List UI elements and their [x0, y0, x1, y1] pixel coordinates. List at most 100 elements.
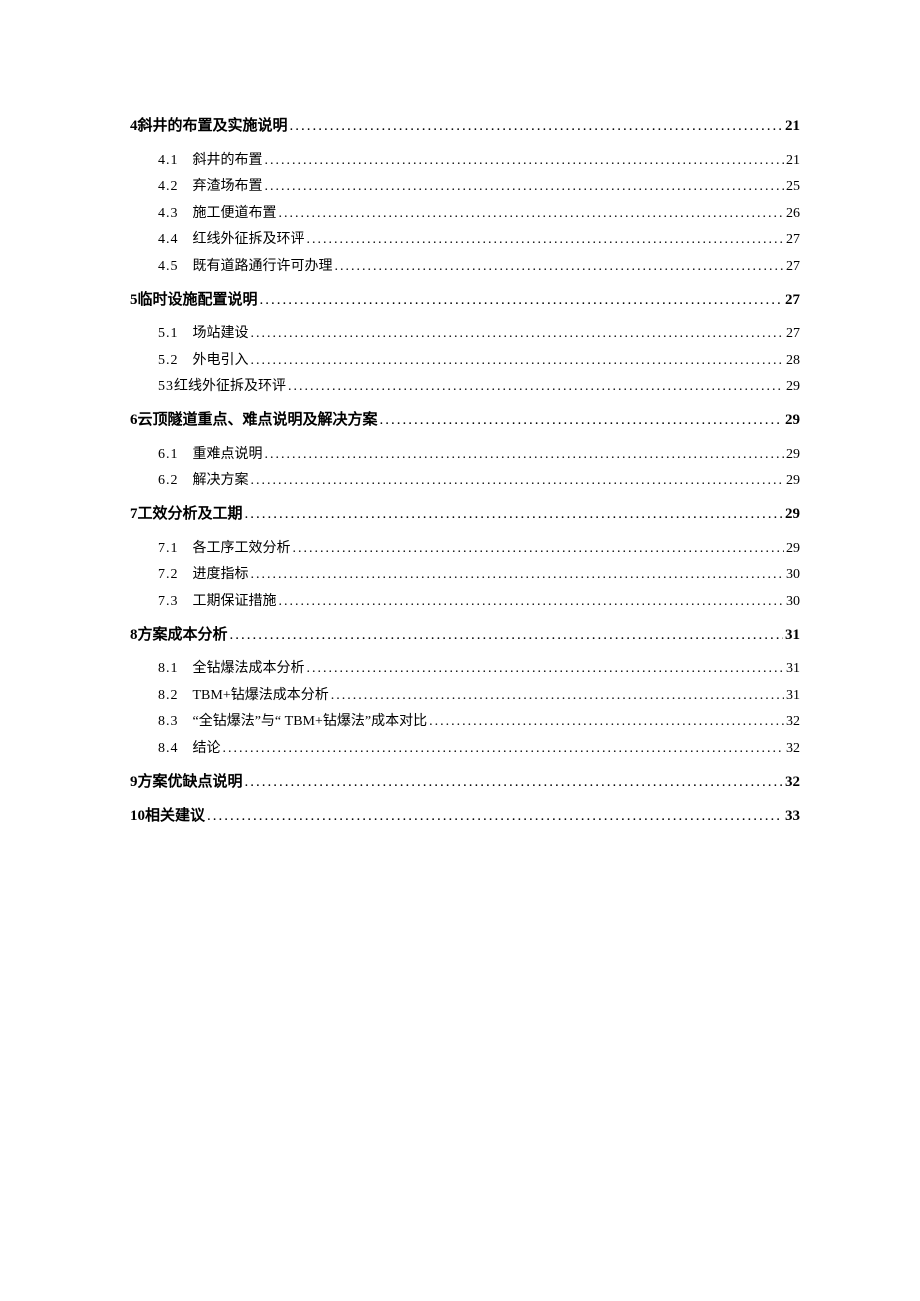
toc-page-number: 32 [785, 771, 800, 794]
toc-title: 斜井的布置及实施说明 [138, 115, 288, 138]
toc-page-number: 26 [786, 203, 800, 224]
toc-page-number: 27 [786, 256, 800, 277]
toc-leader-dots [429, 711, 784, 732]
toc-heading[interactable]: 8方案成本分析 31 [130, 624, 800, 647]
toc-page-number: 29 [786, 376, 800, 397]
toc-page-number: 25 [786, 176, 800, 197]
toc-subitem[interactable]: 8.2TBM+钻爆法成本分析31 [130, 685, 800, 706]
toc-number: 8.1 [158, 658, 179, 679]
toc-number: 8 [130, 624, 138, 647]
toc-title: 进度指标 [193, 564, 249, 585]
toc-title: “全钻爆法”与“ TBM+钻爆法”成本对比 [193, 711, 428, 732]
toc-title: 方案优缺点说明 [138, 771, 243, 794]
toc-leader-dots [251, 564, 785, 585]
toc-title: TBM+钻爆法成本分析 [193, 685, 329, 706]
toc-page-number: 29 [786, 538, 800, 559]
toc-page-number: 30 [786, 564, 800, 585]
toc-title: 红线外征拆及环评 [193, 229, 305, 250]
toc-subitem[interactable]: 4.5 既有道路通行许可办理 27 [130, 256, 800, 277]
toc-page-number: 27 [786, 323, 800, 344]
toc-heading[interactable]: 5临时设施配置说明 27 [130, 289, 800, 312]
toc-number: 7 [130, 503, 138, 526]
toc-title: 结论 [193, 738, 221, 759]
toc-title: 解决方案 [193, 470, 249, 491]
toc-title: 方案成本分析 [138, 624, 228, 647]
toc-subitem[interactable]: 6.1 重难点说明 29 [130, 444, 800, 465]
toc-heading[interactable]: 6云顶隧道重点、难点说明及解决方案 29 [130, 409, 800, 432]
toc-page-number: 29 [786, 444, 800, 465]
toc-subitem[interactable]: 4.4 红线外征拆及环评 27 [130, 229, 800, 250]
toc-title: 斜井的布置 [193, 150, 263, 171]
toc-number: 5 [130, 289, 138, 312]
table-of-contents: 4斜井的布置及实施说明214.1斜井的布置214.2弃渣场布置254.3施工便道… [130, 115, 800, 828]
toc-page-number: 32 [786, 711, 800, 732]
toc-heading[interactable]: 9方案优缺点说明32 [130, 771, 800, 794]
toc-title: 场站建设 [193, 323, 249, 344]
toc-page-number: 31 [785, 624, 800, 647]
toc-heading[interactable]: 7工效分析及工期 29 [130, 503, 800, 526]
toc-title: 云顶隧道重点、难点说明及解决方案 [138, 409, 378, 432]
toc-page-number: 27 [785, 289, 800, 312]
toc-title: 全钻爆法成本分析 [193, 658, 305, 679]
toc-title: 工效分析及工期 [138, 503, 243, 526]
toc-subitem[interactable]: 4.2 弃渣场布置 25 [130, 176, 800, 197]
toc-subitem[interactable]: 53红线外征拆及环评29 [130, 376, 800, 397]
toc-leader-dots [307, 658, 785, 679]
toc-page-number: 33 [785, 805, 800, 828]
toc-title: 相关建议 [145, 805, 205, 828]
toc-number: 6.1 [158, 444, 179, 465]
toc-number: 10 [130, 805, 145, 828]
toc-leader-dots [265, 176, 785, 197]
toc-leader-dots [293, 538, 785, 559]
toc-page-number: 29 [785, 503, 800, 526]
toc-subitem[interactable]: 5.1 场站建设 27 [130, 323, 800, 344]
toc-leader-dots [251, 470, 785, 491]
toc-leader-dots [288, 376, 784, 397]
toc-leader-dots [245, 503, 783, 526]
toc-page-number: 21 [785, 115, 800, 138]
toc-number: 7.3 [158, 591, 179, 612]
toc-leader-dots [251, 323, 785, 344]
toc-subitem[interactable]: 8.1 全钻爆法成本分析 31 [130, 658, 800, 679]
toc-leader-dots [260, 289, 783, 312]
toc-page-number: 21 [786, 150, 800, 171]
toc-leader-dots [245, 771, 783, 794]
toc-leader-dots [207, 805, 783, 828]
toc-page-number: 32 [786, 738, 800, 759]
toc-title: 临时设施配置说明 [138, 289, 258, 312]
toc-title: 既有道路通行许可办理 [193, 256, 333, 277]
toc-subitem[interactable]: 4.1斜井的布置21 [130, 150, 800, 171]
toc-page-number: 29 [785, 409, 800, 432]
toc-number: 6 [130, 409, 138, 432]
toc-title: 重难点说明 [193, 444, 263, 465]
toc-page-number: 31 [786, 658, 800, 679]
toc-heading[interactable]: 10相关建议 33 [130, 805, 800, 828]
toc-subitem[interactable]: 4.3施工便道布置26 [130, 203, 800, 224]
toc-number: 4.2 [158, 176, 179, 197]
toc-subitem[interactable]: 7.1各工序工效分析29 [130, 538, 800, 559]
toc-title: 施工便道布置 [193, 203, 277, 224]
toc-number: 4 [130, 115, 138, 138]
toc-title: 各工序工效分析 [193, 538, 291, 559]
toc-number: 7.2 [158, 564, 179, 585]
toc-heading[interactable]: 4斜井的布置及实施说明 21 [130, 115, 800, 138]
toc-subitem[interactable]: 8.4结论32 [130, 738, 800, 759]
toc-leader-dots [265, 150, 785, 171]
toc-subitem[interactable]: 6.2解决方案29 [130, 470, 800, 491]
toc-page-number: 27 [786, 229, 800, 250]
toc-title: 外电引入 [193, 350, 249, 371]
toc-number: 4.5 [158, 256, 179, 277]
toc-subitem[interactable]: 7.3工期保证措施30 [130, 591, 800, 612]
toc-subitem[interactable]: 7.2 进度指标 30 [130, 564, 800, 585]
toc-number: 4.4 [158, 229, 179, 250]
toc-number: 53 [158, 376, 174, 397]
toc-number: 5.1 [158, 323, 179, 344]
toc-leader-dots [230, 624, 783, 647]
toc-subitem[interactable]: 5.2外电引入28 [130, 350, 800, 371]
toc-subitem[interactable]: 8.3“全钻爆法”与“ TBM+钻爆法”成本对比32 [130, 711, 800, 732]
toc-page-number: 31 [786, 685, 800, 706]
toc-number: 5.2 [158, 350, 179, 371]
toc-title: 弃渣场布置 [193, 176, 263, 197]
toc-page-number: 29 [786, 470, 800, 491]
toc-leader-dots [380, 409, 783, 432]
